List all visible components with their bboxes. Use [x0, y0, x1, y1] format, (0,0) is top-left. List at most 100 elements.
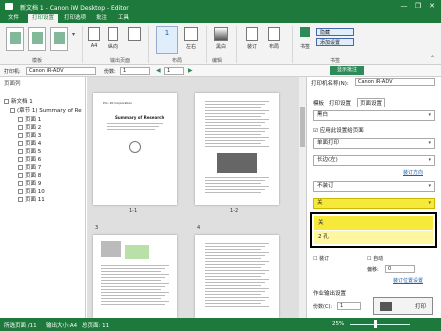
tree-page-item[interactable]: 页面 10 — [18, 187, 45, 195]
text-line — [205, 297, 269, 298]
staple-value: 不装订 — [317, 183, 334, 189]
punch-option-2hole-label: 2 孔 — [318, 234, 329, 240]
status-selected-pages: 所选页面 /11 — [4, 323, 37, 329]
page-icon — [18, 165, 23, 170]
text-line — [205, 261, 269, 262]
page-preview-2[interactable] — [195, 93, 279, 205]
bookmark-label[interactable]: 书签 — [296, 43, 314, 50]
offset-value: 0 — [388, 266, 392, 272]
close-button[interactable]: ✕ — [426, 2, 438, 10]
tree-root[interactable]: 新文档 1 — [4, 97, 33, 105]
tree-page-item[interactable]: 页面 6 — [18, 155, 41, 163]
tree-page-item[interactable]: 页面 1 — [18, 115, 41, 123]
zoom-thumb[interactable] — [374, 320, 377, 328]
page-layout-icon[interactable] — [128, 27, 141, 41]
status-bar: 所选页面 /11 输出大小:A4 总页面: 11 25% — [0, 318, 441, 331]
staple-label[interactable]: 装订 — [242, 43, 262, 50]
tree-page-item[interactable]: 页面 11 — [18, 195, 45, 203]
tree-page-item[interactable]: 页面 3 — [18, 131, 41, 139]
text-line — [205, 143, 261, 144]
settings-printer-value: Canon iR-ADV — [358, 79, 393, 85]
punch-select[interactable]: 关 ▾ — [313, 198, 435, 209]
tree-root-label: 新文档 1 — [11, 99, 33, 105]
paper-size-label[interactable]: A4 — [86, 43, 102, 49]
text-line — [205, 116, 261, 117]
tree-page-item[interactable]: 页面 4 — [18, 139, 41, 147]
tree-page-item[interactable]: 页面 5 — [18, 147, 41, 155]
orientation-label[interactable]: 纵向 — [104, 43, 122, 50]
apply-setting-checkbox[interactable]: ☑ 应用此设置给页面 — [313, 126, 364, 134]
tree-page-item[interactable]: 页面 7 — [18, 163, 41, 171]
tree-header: 页面列 — [4, 81, 21, 87]
tab-print-options[interactable]: 打印选项 — [60, 14, 90, 23]
page-label-1: 1-1 — [129, 208, 138, 214]
color-select[interactable]: 黑白 ▾ — [313, 110, 435, 121]
minimize-button[interactable]: — — [398, 2, 410, 10]
print-button[interactable]: 打印 — [373, 297, 433, 315]
tree-page-item[interactable]: 页面 9 — [18, 179, 41, 187]
tab-annotation[interactable]: 批注 — [92, 14, 111, 23]
scroll-thumb[interactable] — [300, 107, 305, 147]
tree-page-item[interactable]: 页面 8 — [18, 171, 41, 179]
settings-tab-page[interactable]: 页面设置 — [357, 98, 386, 107]
page-preview-3[interactable] — [93, 235, 177, 318]
staple-icon[interactable] — [246, 27, 258, 41]
settings-tab-template[interactable]: 模板 — [313, 99, 324, 107]
prev-icon[interactable]: ◀ — [156, 67, 161, 74]
page-preview-1[interactable]: Pro. 20 Corporation Summary of Research — [93, 93, 177, 205]
staple-checkbox[interactable]: ☐ 装订 — [313, 255, 329, 262]
staple-check-label: 装订 — [319, 256, 330, 262]
tree-doc[interactable]: (章节 1) Summary of Re — [10, 106, 82, 114]
text-line — [205, 252, 269, 253]
template-thumb-1[interactable] — [6, 27, 24, 51]
next-icon[interactable]: ▶ — [188, 67, 193, 74]
duplex-select[interactable]: 长边(左) ▾ — [313, 155, 435, 166]
page-order-label[interactable]: 左右 — [182, 43, 200, 50]
settings-tab-print[interactable]: 打印设置 — [329, 99, 351, 107]
template-scroll-icon[interactable]: ▾ — [72, 31, 75, 38]
show-annotation-button[interactable]: 显示批注 — [330, 66, 364, 75]
color-value: 黑白 — [317, 112, 329, 118]
staple-select[interactable]: 不装订 ▾ — [313, 181, 435, 192]
auto-checkbox[interactable]: ☐ 自动 — [367, 255, 383, 262]
settings-panel: 打印机名称(N): Canon iR-ADV 模板 打印设置 页面设置 黑白 ▾ … — [306, 77, 441, 318]
tab-print-settings[interactable]: 打印设置 — [28, 14, 59, 23]
layout-icon[interactable] — [268, 27, 280, 41]
tab-file[interactable]: 文件 — [4, 14, 23, 23]
punch-option-off[interactable]: 关 — [314, 216, 433, 230]
auto-check-label: 自动 — [373, 256, 384, 262]
template-thumb-3[interactable] — [50, 27, 68, 51]
punch-option-2hole[interactable]: 2 孔 — [314, 231, 433, 244]
text-line — [101, 268, 165, 269]
page-order-icon[interactable] — [184, 27, 198, 41]
page-tree-panel: 页面列 新文档 1 (章节 1) Summary of Re 页面 1 页面 2页… — [0, 77, 86, 318]
binding-direction-link[interactable]: 装订方向 — [403, 169, 423, 176]
binding-position-link[interactable]: 装订位置设置 — [393, 277, 423, 284]
color-mode-icon[interactable] — [214, 27, 228, 41]
orientation-icon[interactable] — [108, 27, 118, 41]
vertical-scrollbar[interactable] — [299, 77, 306, 318]
page-label-4: 4 — [197, 225, 201, 231]
paper-size-icon[interactable] — [88, 27, 100, 41]
color-mode-label[interactable]: 黑白 — [211, 43, 231, 50]
ribbon-collapse-icon[interactable]: ⌃ — [430, 55, 435, 62]
tree-page-item[interactable]: 页面 2 — [18, 123, 41, 131]
text-line — [205, 276, 261, 277]
copies-field[interactable]: 1 — [120, 67, 150, 75]
page-preview-4[interactable] — [195, 235, 279, 318]
add-settings-button[interactable]: 添加设置 — [316, 38, 354, 46]
settings-copies-field[interactable]: 1 — [337, 302, 361, 310]
layout-label[interactable]: 布局 — [264, 43, 284, 50]
template-thumb-2[interactable] — [28, 27, 46, 51]
maximize-button[interactable]: ❐ — [412, 2, 424, 10]
printer-select[interactable]: Canon iR-ADV — [26, 67, 96, 75]
settings-printer-select[interactable]: Canon iR-ADV — [355, 78, 435, 86]
offset-field[interactable]: 0 — [385, 265, 415, 273]
hide-button[interactable]: 隐藏 — [316, 28, 354, 36]
zoom-slider[interactable] — [350, 324, 410, 325]
page-field[interactable]: 1 — [164, 67, 184, 75]
tab-tools[interactable]: 工具 — [114, 14, 133, 23]
punch-option-off-label: 关 — [318, 220, 324, 226]
sided-select[interactable]: 单面打印 ▾ — [313, 138, 435, 149]
bookmark-icon[interactable] — [300, 27, 310, 37]
